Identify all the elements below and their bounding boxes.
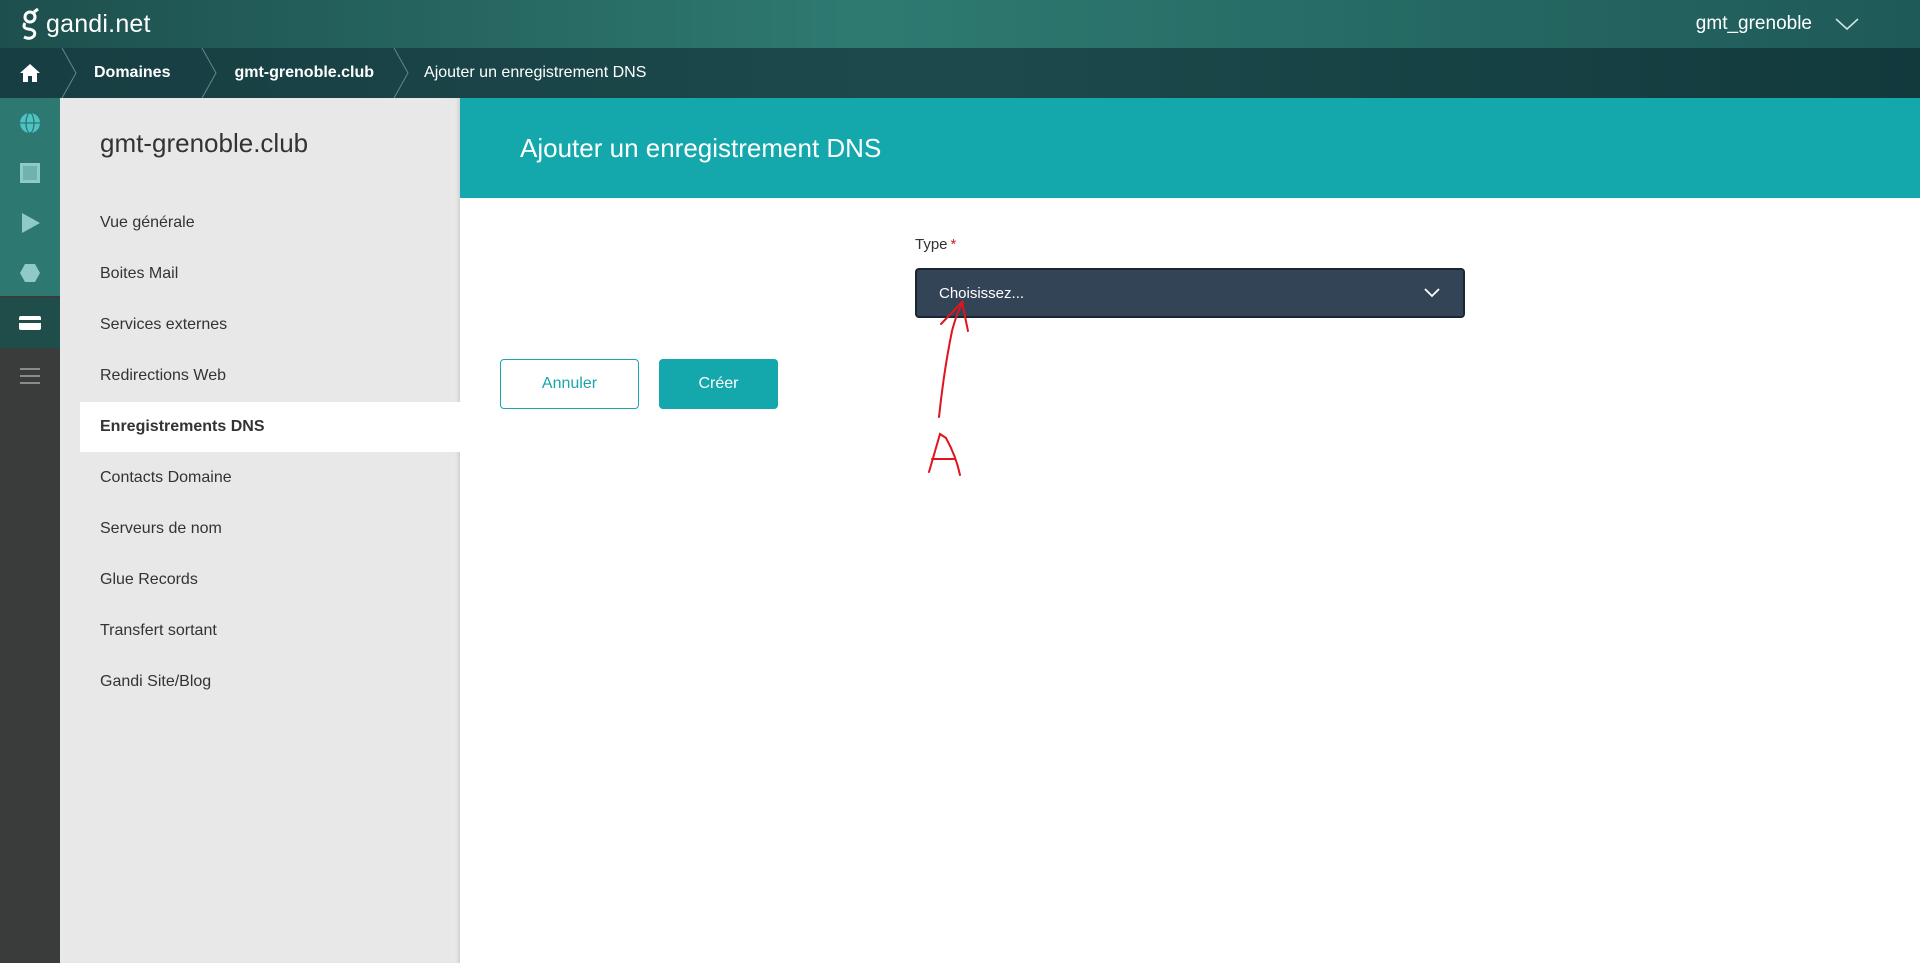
breadcrumb-current: Ajouter un enregistrement DNS: [424, 64, 647, 81]
rail-cloud[interactable]: [0, 248, 60, 298]
home-icon: [20, 64, 40, 82]
rail-servers[interactable]: [0, 148, 60, 198]
chevron-down-icon: [1424, 288, 1440, 298]
breadcrumb-separator: [200, 47, 220, 99]
domain-sidebar: gmt-grenoble.club Vue générale Boites Ma…: [60, 98, 460, 963]
page-title: Ajouter un enregistrement DNS: [520, 132, 882, 163]
breadcrumb-separator: [392, 47, 412, 99]
rail-hosting[interactable]: [0, 198, 60, 248]
main-content: Ajouter un enregistrement DNS Type * Choi…: [460, 98, 1920, 963]
sidebar-item-transfert-sortant[interactable]: Transfert sortant: [80, 606, 460, 656]
required-marker: *: [950, 236, 957, 253]
type-select[interactable]: Choisissez...: [915, 268, 1465, 318]
sidebar-item-contacts-domaine[interactable]: Contacts Domaine: [80, 453, 460, 503]
cancel-button[interactable]: Annuler: [500, 359, 639, 409]
home-button[interactable]: [0, 48, 60, 98]
domain-title: gmt-grenoble.club: [100, 128, 309, 158]
breadcrumb-separator: [60, 47, 80, 99]
cube-icon: [20, 264, 40, 282]
sidebar-item-services-externes[interactable]: Services externes: [80, 300, 460, 350]
sidebar-item-vue-generale[interactable]: Vue générale: [80, 198, 460, 248]
menu-icon: [20, 368, 40, 384]
sidebar-item-redirections-web[interactable]: Redirections Web: [80, 351, 460, 401]
gandi-logo[interactable]: gandi.net: [20, 8, 151, 40]
breadcrumb-domaines[interactable]: Domaines: [80, 48, 200, 98]
breadcrumb-domain[interactable]: gmt-grenoble.club: [220, 48, 392, 98]
play-icon: [22, 213, 40, 233]
page-header: Ajouter un enregistrement DNS: [460, 98, 1920, 198]
sidebar-item-serveurs-de-nom[interactable]: Serveurs de nom: [80, 504, 460, 554]
type-label: Type *: [915, 236, 957, 253]
sidebar-item-glue-records[interactable]: Glue Records: [80, 555, 460, 605]
breadcrumb: Domaines gmt-grenoble.club Ajouter un en…: [0, 47, 1920, 99]
create-button[interactable]: Créer: [659, 359, 778, 409]
rail-menu[interactable]: [0, 351, 60, 401]
gandi-logo-icon: [22, 8, 39, 40]
chevron-down-icon: [1835, 18, 1859, 31]
globe-icon: [20, 112, 40, 134]
sidebar-item-boites-mail[interactable]: Boites Mail: [80, 249, 460, 299]
card-icon: [19, 316, 41, 330]
icon-rail: [0, 98, 60, 963]
server-icon: [20, 163, 40, 183]
type-select-value: Choisissez...: [939, 284, 1025, 302]
logo-text: gandi.net: [46, 9, 151, 38]
sidebar-item-gandi-site-blog[interactable]: Gandi Site/Blog: [80, 657, 460, 707]
user-menu[interactable]: gmt_grenoble: [1696, 13, 1860, 35]
rail-domains[interactable]: [0, 98, 60, 148]
username: gmt_grenoble: [1695, 13, 1812, 34]
rail-billing[interactable]: [0, 298, 60, 348]
top-bar: gandi.net gmt_grenoble: [0, 0, 1920, 48]
sidebar-item-enregistrements-dns[interactable]: Enregistrements DNS: [80, 402, 460, 452]
